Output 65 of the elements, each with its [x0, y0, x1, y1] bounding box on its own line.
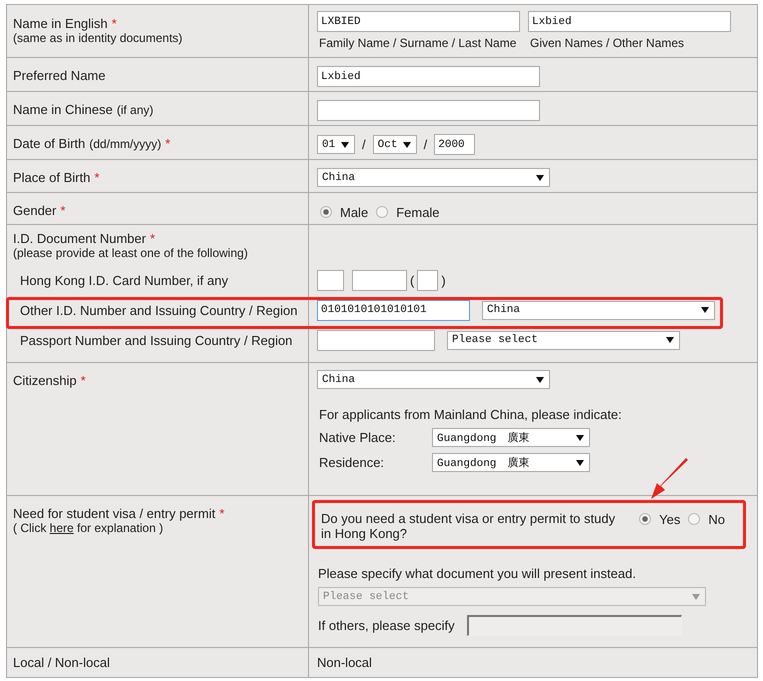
caret-icon [341, 140, 349, 148]
text-field[interactable]: Lxbied [528, 11, 731, 32]
radio-button[interactable] [688, 513, 700, 525]
field-label: Need for student visa / entry permit * [13, 506, 226, 521]
caret-icon [576, 434, 584, 442]
field-note: (please provide at least one of the following) [13, 246, 249, 260]
instruction-text: Please specify what document you will present instead. [318, 566, 637, 581]
caret-icon [536, 376, 544, 384]
field-label: Name in Chinese (if any) [13, 102, 154, 117]
caret-icon [402, 140, 411, 148]
field-caption: Family Name / Surname / Last Name [318, 36, 518, 50]
field-label: Native Place: [318, 430, 397, 445]
field-label: Citizenship * [13, 373, 86, 388]
hint-text: ( Click here for explanation ) [13, 521, 164, 535]
bracket-text: ( [410, 272, 414, 288]
field-label: Preferred Name [13, 68, 106, 83]
status-value: Non-local [317, 655, 372, 670]
text-field[interactable] [417, 270, 438, 290]
date-separator: / [424, 137, 428, 152]
year-field[interactable]: 2000 [434, 134, 476, 155]
question-text: Do you need a student visa or entry permit to study in Hong Kong? [321, 511, 616, 541]
caret-icon [666, 336, 674, 344]
explanation-link[interactable]: here [50, 521, 74, 535]
field-caption: Given Names / Other Names [529, 36, 686, 50]
field-label: Place of Birth * [13, 170, 100, 185]
country-select[interactable]: China [317, 370, 550, 389]
text-field[interactable]: LXBIED [317, 11, 520, 32]
day-select[interactable]: 01 [317, 135, 355, 154]
field-label: Hong Kong I.D. Card Number, if any [20, 272, 228, 288]
caret-icon [576, 458, 584, 466]
caret-icon [692, 592, 700, 600]
text-field[interactable] [317, 270, 344, 290]
text-field[interactable]: 0101010101010101 [317, 300, 470, 320]
radio-label: No [708, 512, 725, 526]
field-label: Name in English * [13, 16, 118, 31]
field-label: I.D. Document Number * [13, 231, 156, 246]
month-select[interactable]: Oct [372, 135, 417, 154]
caret-icon [701, 306, 709, 314]
field-label: If others, please specify [318, 618, 455, 633]
bracket-text: ) [441, 272, 446, 288]
country-select[interactable]: China [482, 300, 715, 320]
radio-label: Female [396, 204, 440, 220]
field-note: (same as in identity documents) [13, 31, 184, 45]
radio-button[interactable] [320, 206, 332, 218]
radio-label: Yes [659, 512, 680, 526]
field-label: Gender * [13, 203, 66, 218]
radio-button[interactable] [639, 513, 652, 525]
field-label: Date of Birth (dd/mm/yyyy) * [13, 136, 170, 151]
text-field[interactable] [352, 270, 407, 290]
radio-button[interactable] [376, 206, 388, 218]
country-select[interactable]: Please select [447, 330, 680, 350]
text-field[interactable]: Lxbied [317, 66, 540, 87]
text-field[interactable] [317, 100, 540, 121]
instruction-text: For applicants from Mainland China, please indicate: [319, 407, 623, 422]
radio-label: Male [340, 204, 368, 220]
text-field[interactable] [317, 330, 435, 350]
date-separator: / [362, 137, 366, 152]
province-select[interactable]: Guangdong 廣東 [432, 428, 590, 447]
caret-icon [536, 174, 544, 182]
field-label: Other I.D. Number and Issuing Country / Region [20, 302, 298, 318]
field-label: Residence: [318, 455, 386, 470]
field-label: Local / Non-local [13, 655, 110, 670]
country-select[interactable]: China [317, 168, 550, 187]
province-select[interactable]: Guangdong 廣東 [432, 453, 590, 472]
field-label: Passport Number and Issuing Country / Region [20, 332, 292, 348]
